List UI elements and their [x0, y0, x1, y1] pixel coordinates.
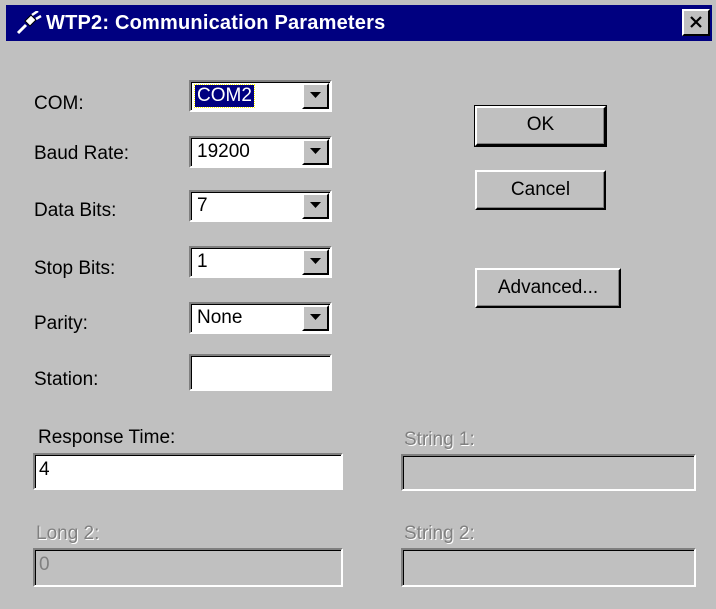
com-value: COM2: [194, 84, 255, 108]
title-bar[interactable]: WTP2: Communication Parameters: [6, 5, 712, 41]
parity-select[interactable]: None: [189, 302, 332, 334]
long2-value: 0: [39, 554, 50, 575]
stop-bits-value: 1: [197, 251, 208, 272]
response-time-label: Response Time:: [38, 427, 176, 448]
plug-icon: [16, 9, 42, 35]
baud-rate-select[interactable]: 19200: [189, 136, 332, 168]
string2-label: String 2:: [404, 523, 475, 544]
response-time-value: 4: [39, 459, 50, 480]
baud-rate-value: 19200: [197, 141, 250, 162]
advanced-button-label: Advanced...: [497, 277, 599, 298]
station-label: Station:: [34, 369, 99, 390]
long2-label: Long 2:: [36, 523, 100, 544]
close-button[interactable]: [682, 9, 710, 36]
advanced-button[interactable]: Advanced...: [475, 268, 621, 308]
data-bits-dropdown-button[interactable]: [302, 193, 329, 219]
string2-input: [401, 548, 696, 587]
data-bits-value: 7: [197, 195, 208, 216]
ok-button-label: OK: [526, 114, 555, 135]
stop-bits-label: Stop Bits:: [34, 258, 116, 279]
communication-parameters-dialog: WTP2: Communication Parameters COM: COM2…: [0, 0, 716, 609]
baud-rate-label: Baud Rate:: [34, 143, 130, 164]
station-input[interactable]: [189, 354, 332, 391]
data-bits-select[interactable]: 7: [189, 190, 332, 222]
response-time-input[interactable]: 4: [33, 453, 343, 490]
stop-bits-select[interactable]: 1: [189, 246, 332, 278]
parity-label: Parity:: [34, 313, 88, 334]
stop-bits-dropdown-button[interactable]: [302, 249, 329, 275]
baud-rate-dropdown-button[interactable]: [302, 139, 329, 165]
parity-value: None: [197, 307, 243, 328]
com-label: COM:: [34, 93, 84, 114]
cancel-button-label: Cancel: [510, 179, 571, 200]
parity-dropdown-button[interactable]: [302, 305, 329, 331]
cancel-button[interactable]: Cancel: [475, 170, 606, 210]
long2-input: 0: [33, 548, 343, 587]
ok-button[interactable]: OK: [474, 105, 607, 147]
com-select[interactable]: COM2: [189, 80, 332, 112]
window-title: WTP2: Communication Parameters: [46, 12, 386, 34]
com-dropdown-button[interactable]: [302, 83, 329, 109]
string1-label: String 1:: [404, 429, 475, 450]
data-bits-label: Data Bits:: [34, 200, 117, 221]
string1-input: [401, 454, 696, 491]
